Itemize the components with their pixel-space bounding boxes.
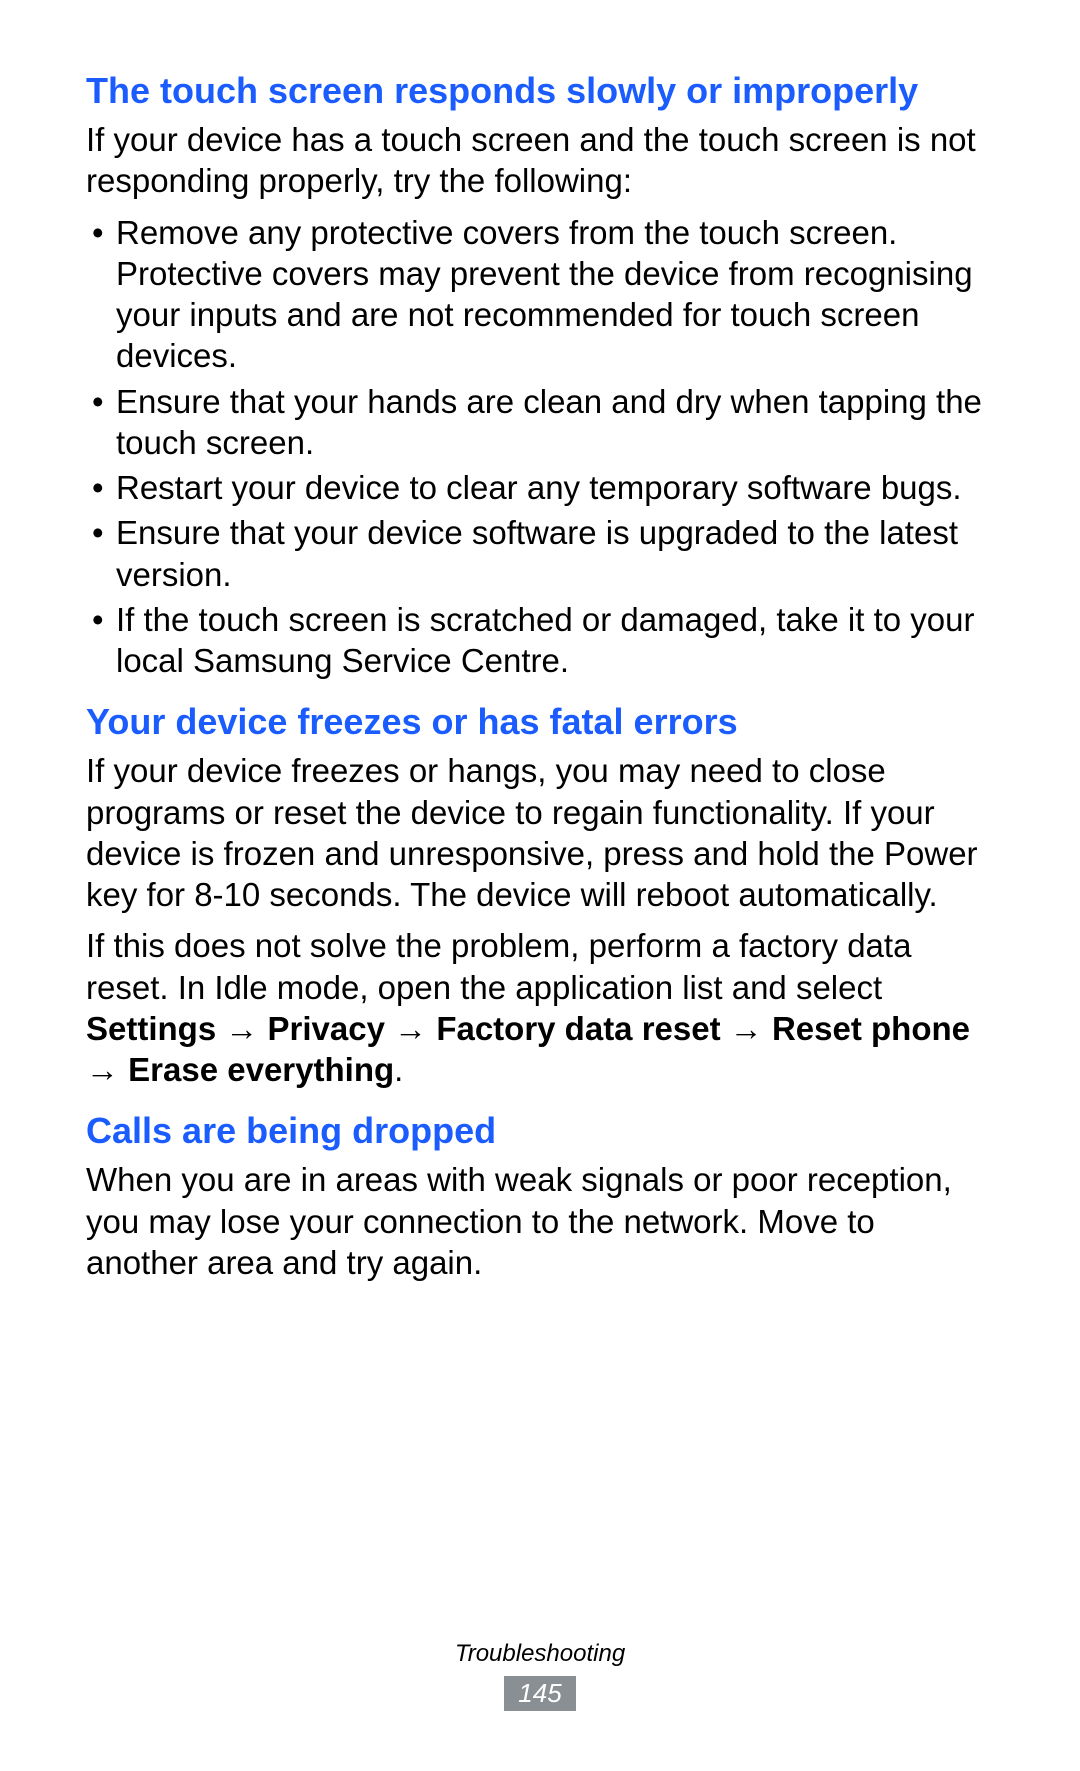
- path-step: Privacy: [268, 1010, 385, 1047]
- path-step: Reset phone: [772, 1010, 970, 1047]
- para-calls: When you are in areas with weak signals …: [86, 1159, 994, 1283]
- footer-section-name: Troubleshooting: [0, 1640, 1080, 1668]
- list-item: Restart your device to clear any tempora…: [86, 467, 994, 508]
- arrow-icon: →: [86, 1051, 128, 1088]
- path-step: Settings: [86, 1010, 216, 1047]
- arrow-icon: →: [216, 1010, 267, 1047]
- path-step: Erase everything: [128, 1051, 394, 1088]
- intro-touchscreen: If your device has a touch screen and th…: [86, 119, 994, 202]
- section-calls: Calls are being dropped When you are in …: [86, 1108, 994, 1283]
- bullet-list-touchscreen: Remove any protective covers from the to…: [86, 212, 994, 682]
- arrow-icon: →: [385, 1010, 436, 1047]
- settings-path: Settings → Privacy → Factory data reset …: [86, 1010, 970, 1088]
- para-freezes-2: If this does not solve the problem, perf…: [86, 925, 994, 1090]
- heading-freezes: Your device freezes or has fatal errors: [86, 699, 994, 744]
- list-item: Remove any protective covers from the to…: [86, 212, 994, 377]
- arrow-icon: →: [721, 1010, 772, 1047]
- heading-calls: Calls are being dropped: [86, 1108, 994, 1153]
- page-content: The touch screen responds slowly or impr…: [0, 0, 1080, 1283]
- list-item: If the touch screen is scratched or dama…: [86, 599, 994, 682]
- heading-touchscreen: The touch screen responds slowly or impr…: [86, 68, 994, 113]
- list-item: Ensure that your device software is upgr…: [86, 512, 994, 595]
- section-freezes: Your device freezes or has fatal errors …: [86, 699, 994, 1090]
- path-intro-text: If this does not solve the problem, perf…: [86, 927, 911, 1005]
- para-freezes-1: If your device freezes or hangs, you may…: [86, 750, 994, 915]
- path-step: Factory data reset: [436, 1010, 720, 1047]
- page-number: 145: [504, 1676, 575, 1711]
- page-footer: Troubleshooting 145: [0, 1640, 1080, 1711]
- list-item: Ensure that your hands are clean and dry…: [86, 381, 994, 464]
- section-touchscreen: The touch screen responds slowly or impr…: [86, 68, 994, 681]
